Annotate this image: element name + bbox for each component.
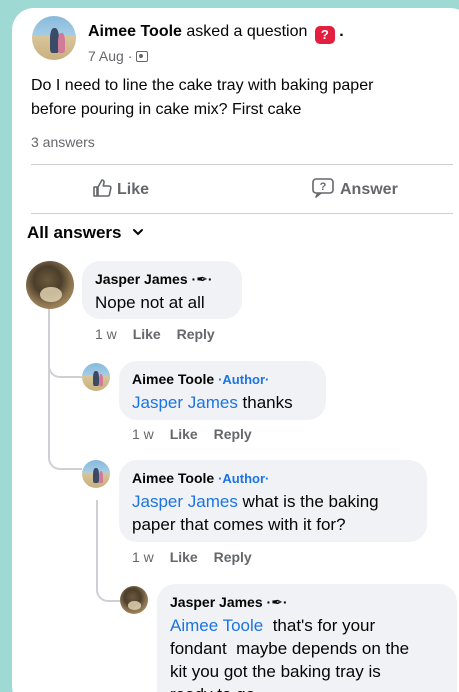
question-mark-icon: ? <box>314 26 335 44</box>
post-meta: 7 Aug · <box>88 48 149 64</box>
answers-count[interactable]: 3 answers <box>31 134 95 150</box>
divider-bottom <box>31 213 453 214</box>
question-text: Do I need to line the cake tray with bak… <box>31 74 373 122</box>
question-bubble-icon: ? <box>312 178 334 198</box>
mention-link[interactable]: Jasper James <box>132 393 238 412</box>
thread-connector-2 <box>48 438 82 470</box>
comment-author-name: Jasper James <box>170 594 263 610</box>
answers-filter-dropdown[interactable]: All answers <box>27 223 144 243</box>
post-author-avatar[interactable] <box>32 16 76 60</box>
thread-line-nested <box>96 500 98 580</box>
comment-body-line-1: what is the baking <box>237 492 379 511</box>
comment-time: 1 w <box>132 426 154 442</box>
commenter-avatar[interactable] <box>82 460 110 488</box>
thread-connector-3 <box>96 576 120 602</box>
comment-body-line-4: ready to go <box>170 683 409 692</box>
comment-bubble: Aimee Toole ·Author· Jasper James what i… <box>119 460 427 542</box>
author-badge: ·Author· <box>218 471 270 486</box>
comment-reply-button[interactable]: Reply <box>214 426 252 442</box>
post-header-line: Aimee Toole asked a question ? . <box>88 23 344 44</box>
comment-author-name: Jasper James <box>95 271 188 287</box>
group-privacy-icon <box>136 51 149 62</box>
answer-button[interactable]: ? Answer <box>312 178 398 202</box>
comment-author-name: Aimee Toole <box>132 470 215 486</box>
comment-like-button[interactable]: Like <box>170 549 198 565</box>
comment-author[interactable]: Jasper James ·✒· <box>95 271 213 288</box>
thread-connector-1 <box>48 348 82 378</box>
comment-time: 1 w <box>95 326 117 342</box>
comment-body: thanks <box>237 393 293 412</box>
post-date[interactable]: 7 Aug <box>88 48 124 64</box>
comment-body-line-1: that's for your <box>263 616 376 635</box>
commenter-avatar[interactable] <box>120 586 148 614</box>
comment-author[interactable]: Jasper James ·✒· <box>170 594 288 611</box>
question-line-2: before pouring in cake mix? First cake <box>31 101 302 118</box>
mention-link[interactable]: Jasper James <box>132 492 238 511</box>
svg-text:?: ? <box>320 181 327 193</box>
comment-body-line-2: paper that comes with it for? <box>132 515 346 534</box>
answer-button-label: Answer <box>340 181 398 198</box>
author-badge: ·Author· <box>218 372 270 387</box>
comment-like-button[interactable]: Like <box>133 326 161 342</box>
comment-bubble: Aimee Toole ·Author· Jasper James thanks <box>119 361 326 420</box>
divider-top <box>31 164 453 165</box>
comment-author[interactable]: Aimee Toole ·Author· <box>132 371 269 387</box>
comment-text: Jasper James thanks <box>132 391 293 414</box>
comment-body-line-2: fondant maybe depends on the <box>170 639 410 658</box>
post-action-text: asked a question <box>186 23 308 40</box>
pen-nib-icon: ·✒· <box>266 594 288 610</box>
commenter-avatar[interactable] <box>82 363 110 391</box>
question-post-card: Aimee Toole asked a question ? . 7 Aug ·… <box>12 8 459 692</box>
header-dot: . <box>339 23 344 40</box>
pen-nib-icon: ·✒· <box>191 271 213 287</box>
comment-meta: 1 w Like Reply <box>132 549 252 565</box>
thumbs-up-icon <box>93 179 112 197</box>
meta-separator: · <box>127 48 133 64</box>
comment-bubble: Jasper James ·✒· Nope not at all <box>82 261 242 319</box>
comment-reply-button[interactable]: Reply <box>177 326 215 342</box>
comment-body-line-3: kit you got the baking tray is <box>170 662 381 681</box>
comment-like-button[interactable]: Like <box>170 426 198 442</box>
mention-link[interactable]: Aimee Toole <box>170 616 263 635</box>
comment-text: Aimee Toole that's for your fondant mayb… <box>170 614 409 692</box>
comment-reply-button[interactable]: Reply <box>214 549 252 565</box>
comment-author-name: Aimee Toole <box>132 371 215 387</box>
question-line-1: Do I need to line the cake tray with bak… <box>31 77 374 94</box>
chevron-down-icon <box>133 229 144 236</box>
comment-text: Nope not at all <box>95 293 205 312</box>
like-button-label: Like <box>117 181 150 198</box>
commenter-avatar[interactable] <box>26 261 74 309</box>
post-author-name[interactable]: Aimee Toole <box>88 23 182 40</box>
comment-text: Jasper James what is the baking paper th… <box>132 490 379 536</box>
comment-meta: 1 w Like Reply <box>132 426 252 442</box>
comment-bubble: Jasper James ·✒· Aimee Toole that's for … <box>157 584 457 692</box>
comment-author[interactable]: Aimee Toole ·Author· <box>132 470 269 486</box>
like-button[interactable]: Like <box>92 178 149 202</box>
comment-meta: 1 w Like Reply <box>95 326 215 342</box>
comment-time: 1 w <box>132 549 154 565</box>
answers-filter-label: All answers <box>27 223 122 242</box>
